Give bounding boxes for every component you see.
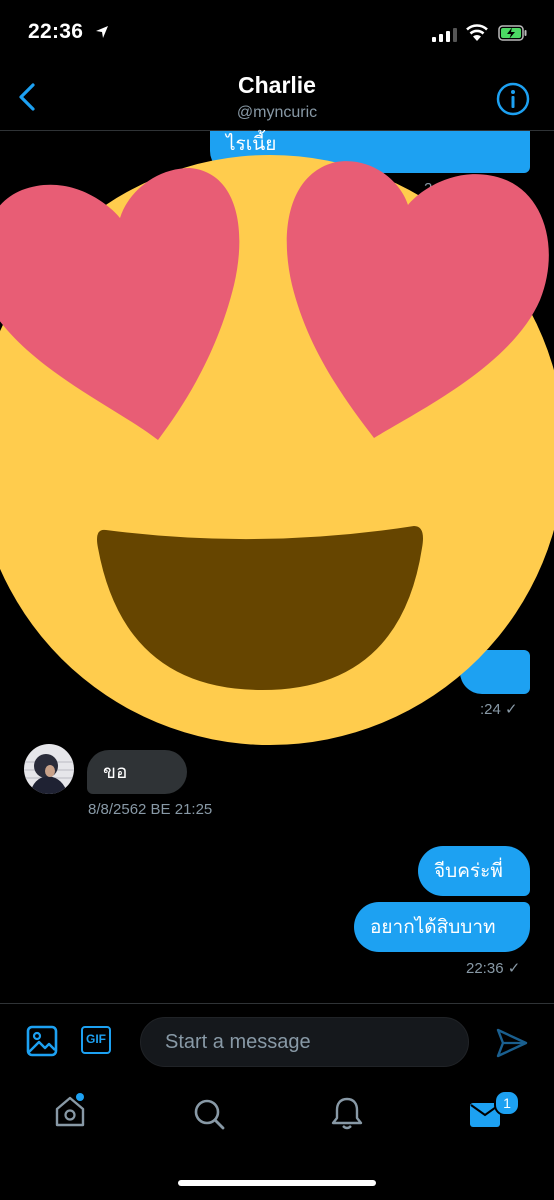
heart-eyes-emoji-sticker [0,155,554,745]
message-composer: GIF Start a message [0,1003,554,1084]
image-icon[interactable] [26,1025,58,1057]
message-text: อยากได้สิบบาท [370,917,496,938]
message-timestamp: 22:36 ✓ [466,960,521,977]
message-text: ขอ [103,762,128,783]
conversation-handle: @myncuric [236,104,318,121]
wifi-icon [466,24,488,41]
incoming-message-bubble[interactable]: ขอ [87,750,187,794]
outgoing-message-bubble[interactable]: อยากได้สิบบาท [354,902,530,952]
info-icon[interactable] [496,82,530,116]
message-timestamp: 8/8/2562 BE 21:25 [88,801,213,818]
message-text: จีบคร่ะพี่ [434,861,503,882]
home-indicator[interactable] [178,1180,376,1186]
search-icon[interactable] [192,1097,226,1131]
status-time: 22:36 [28,20,84,43]
message-input-placeholder: Start a message [165,1031,311,1053]
cellular-signal-icon [432,28,457,42]
message-input[interactable]: Start a message [140,1017,469,1067]
conversation-header: Charlie @myncuric [0,62,554,131]
messages-badge: 1 [494,1090,520,1116]
outgoing-message-bubble[interactable]: จีบคร่ะพี่ [418,846,530,896]
avatar[interactable] [24,744,74,794]
send-icon[interactable] [496,1028,528,1058]
battery-charging-icon [498,25,527,41]
status-bar: 22:36 [0,0,554,60]
home-icon[interactable] [52,1093,88,1129]
gif-button[interactable]: GIF [81,1026,111,1054]
conversation-title: Charlie [238,72,316,98]
notifications-bell-icon[interactable] [330,1095,364,1131]
gif-label: GIF [86,1032,106,1046]
location-arrow-icon [96,26,108,38]
